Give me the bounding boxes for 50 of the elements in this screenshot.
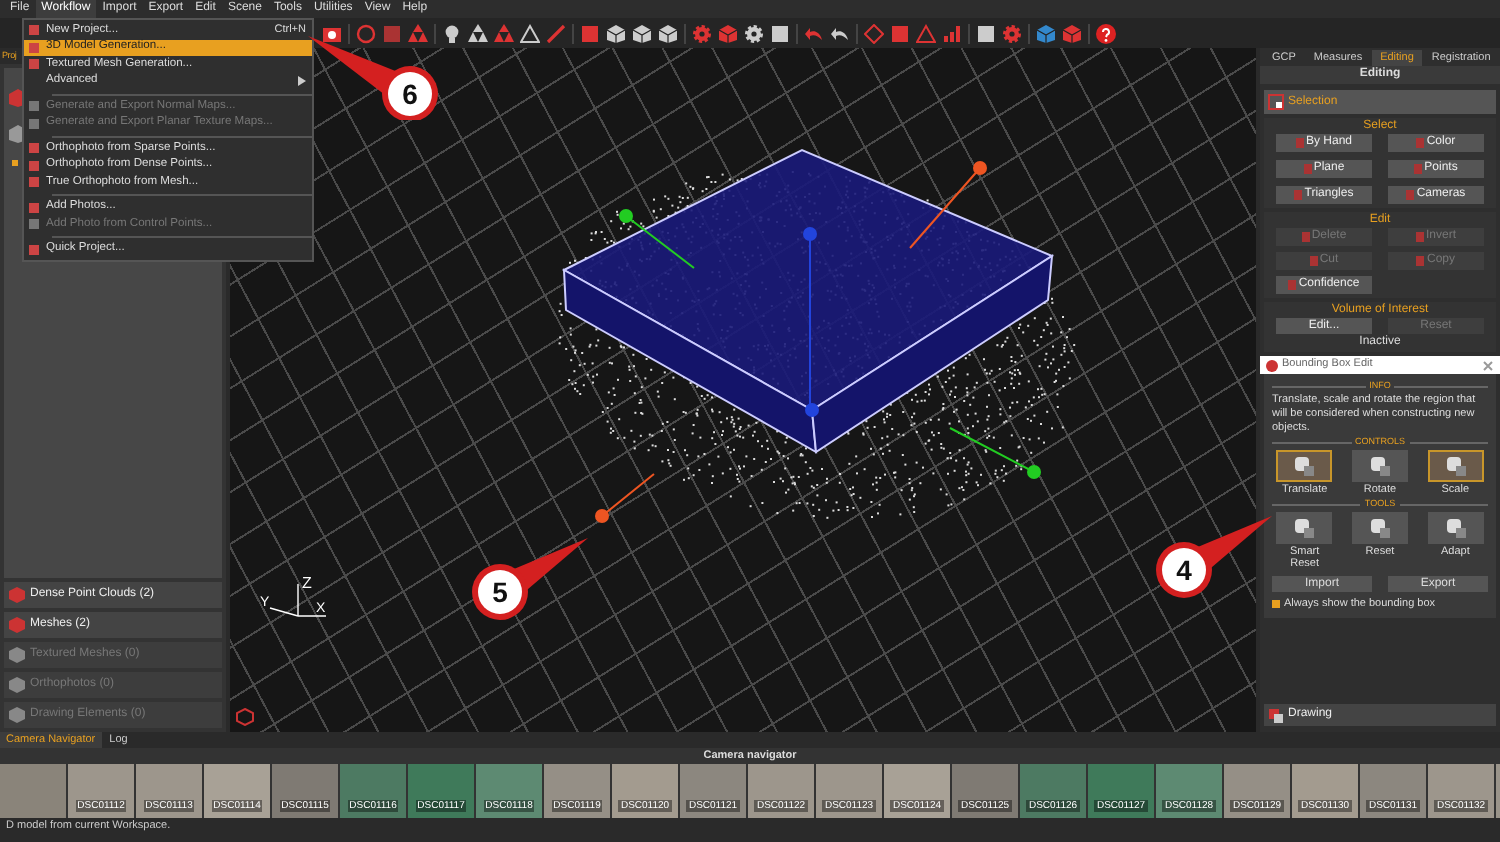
camera-icon[interactable] [322, 23, 342, 43]
tool-button[interactable] [1276, 450, 1333, 482]
diamond-icon[interactable] [864, 23, 884, 43]
close-icon[interactable] [1482, 359, 1494, 371]
checkbox[interactable] [1272, 599, 1280, 608]
gear-icon[interactable] [744, 23, 764, 43]
cube-icon[interactable] [632, 23, 652, 43]
tool-icon [1369, 456, 1390, 476]
tool-button[interactable] [1276, 511, 1333, 543]
triangles-icon[interactable] [468, 23, 488, 43]
tool-icon [1414, 164, 1423, 174]
tool-button[interactable] [1351, 511, 1408, 543]
tool-icon [1416, 138, 1425, 148]
cube-icon [236, 708, 254, 726]
tool-icon [1415, 232, 1424, 242]
triangle-icon[interactable] [520, 23, 540, 43]
photo-thumbnail[interactable] [0, 764, 66, 818]
app-logo-icon [1266, 359, 1278, 371]
drawing-icon [1268, 707, 1284, 723]
tool-button[interactable] [1427, 511, 1484, 543]
tool-icon [1369, 517, 1390, 537]
tool-icon [1288, 280, 1297, 290]
cube-icon[interactable] [606, 23, 626, 43]
tool-icon [1294, 517, 1315, 537]
tool-icon [1294, 456, 1315, 476]
submenu-arrow-icon [298, 76, 306, 87]
bulb-icon[interactable] [442, 23, 462, 43]
cube-icon[interactable] [1036, 23, 1056, 43]
tool-icon [1416, 256, 1425, 266]
pen-icon[interactable] [546, 23, 566, 43]
bar-chart-icon[interactable] [942, 23, 962, 43]
selection-icon [1268, 94, 1284, 110]
tool-icon [1309, 256, 1318, 266]
tool-icon [1445, 456, 1466, 476]
cube-icon[interactable] [658, 23, 678, 43]
circle-icon[interactable] [356, 23, 376, 43]
tool-button[interactable] [1351, 450, 1408, 482]
tool-icon [1301, 232, 1310, 242]
help-icon[interactable] [1096, 23, 1116, 43]
bullet-icon [12, 160, 18, 166]
handle-icon [590, 472, 658, 528]
square-icon[interactable] [770, 23, 790, 43]
axis-label: Z [302, 572, 312, 596]
square-icon[interactable] [976, 23, 996, 43]
tool-icon [1303, 164, 1312, 174]
tool-button[interactable] [1427, 450, 1484, 482]
tool-icon [1294, 190, 1303, 200]
tool-icon [1445, 517, 1466, 537]
tool-icon [1406, 190, 1415, 200]
tool-icon [1295, 138, 1304, 148]
